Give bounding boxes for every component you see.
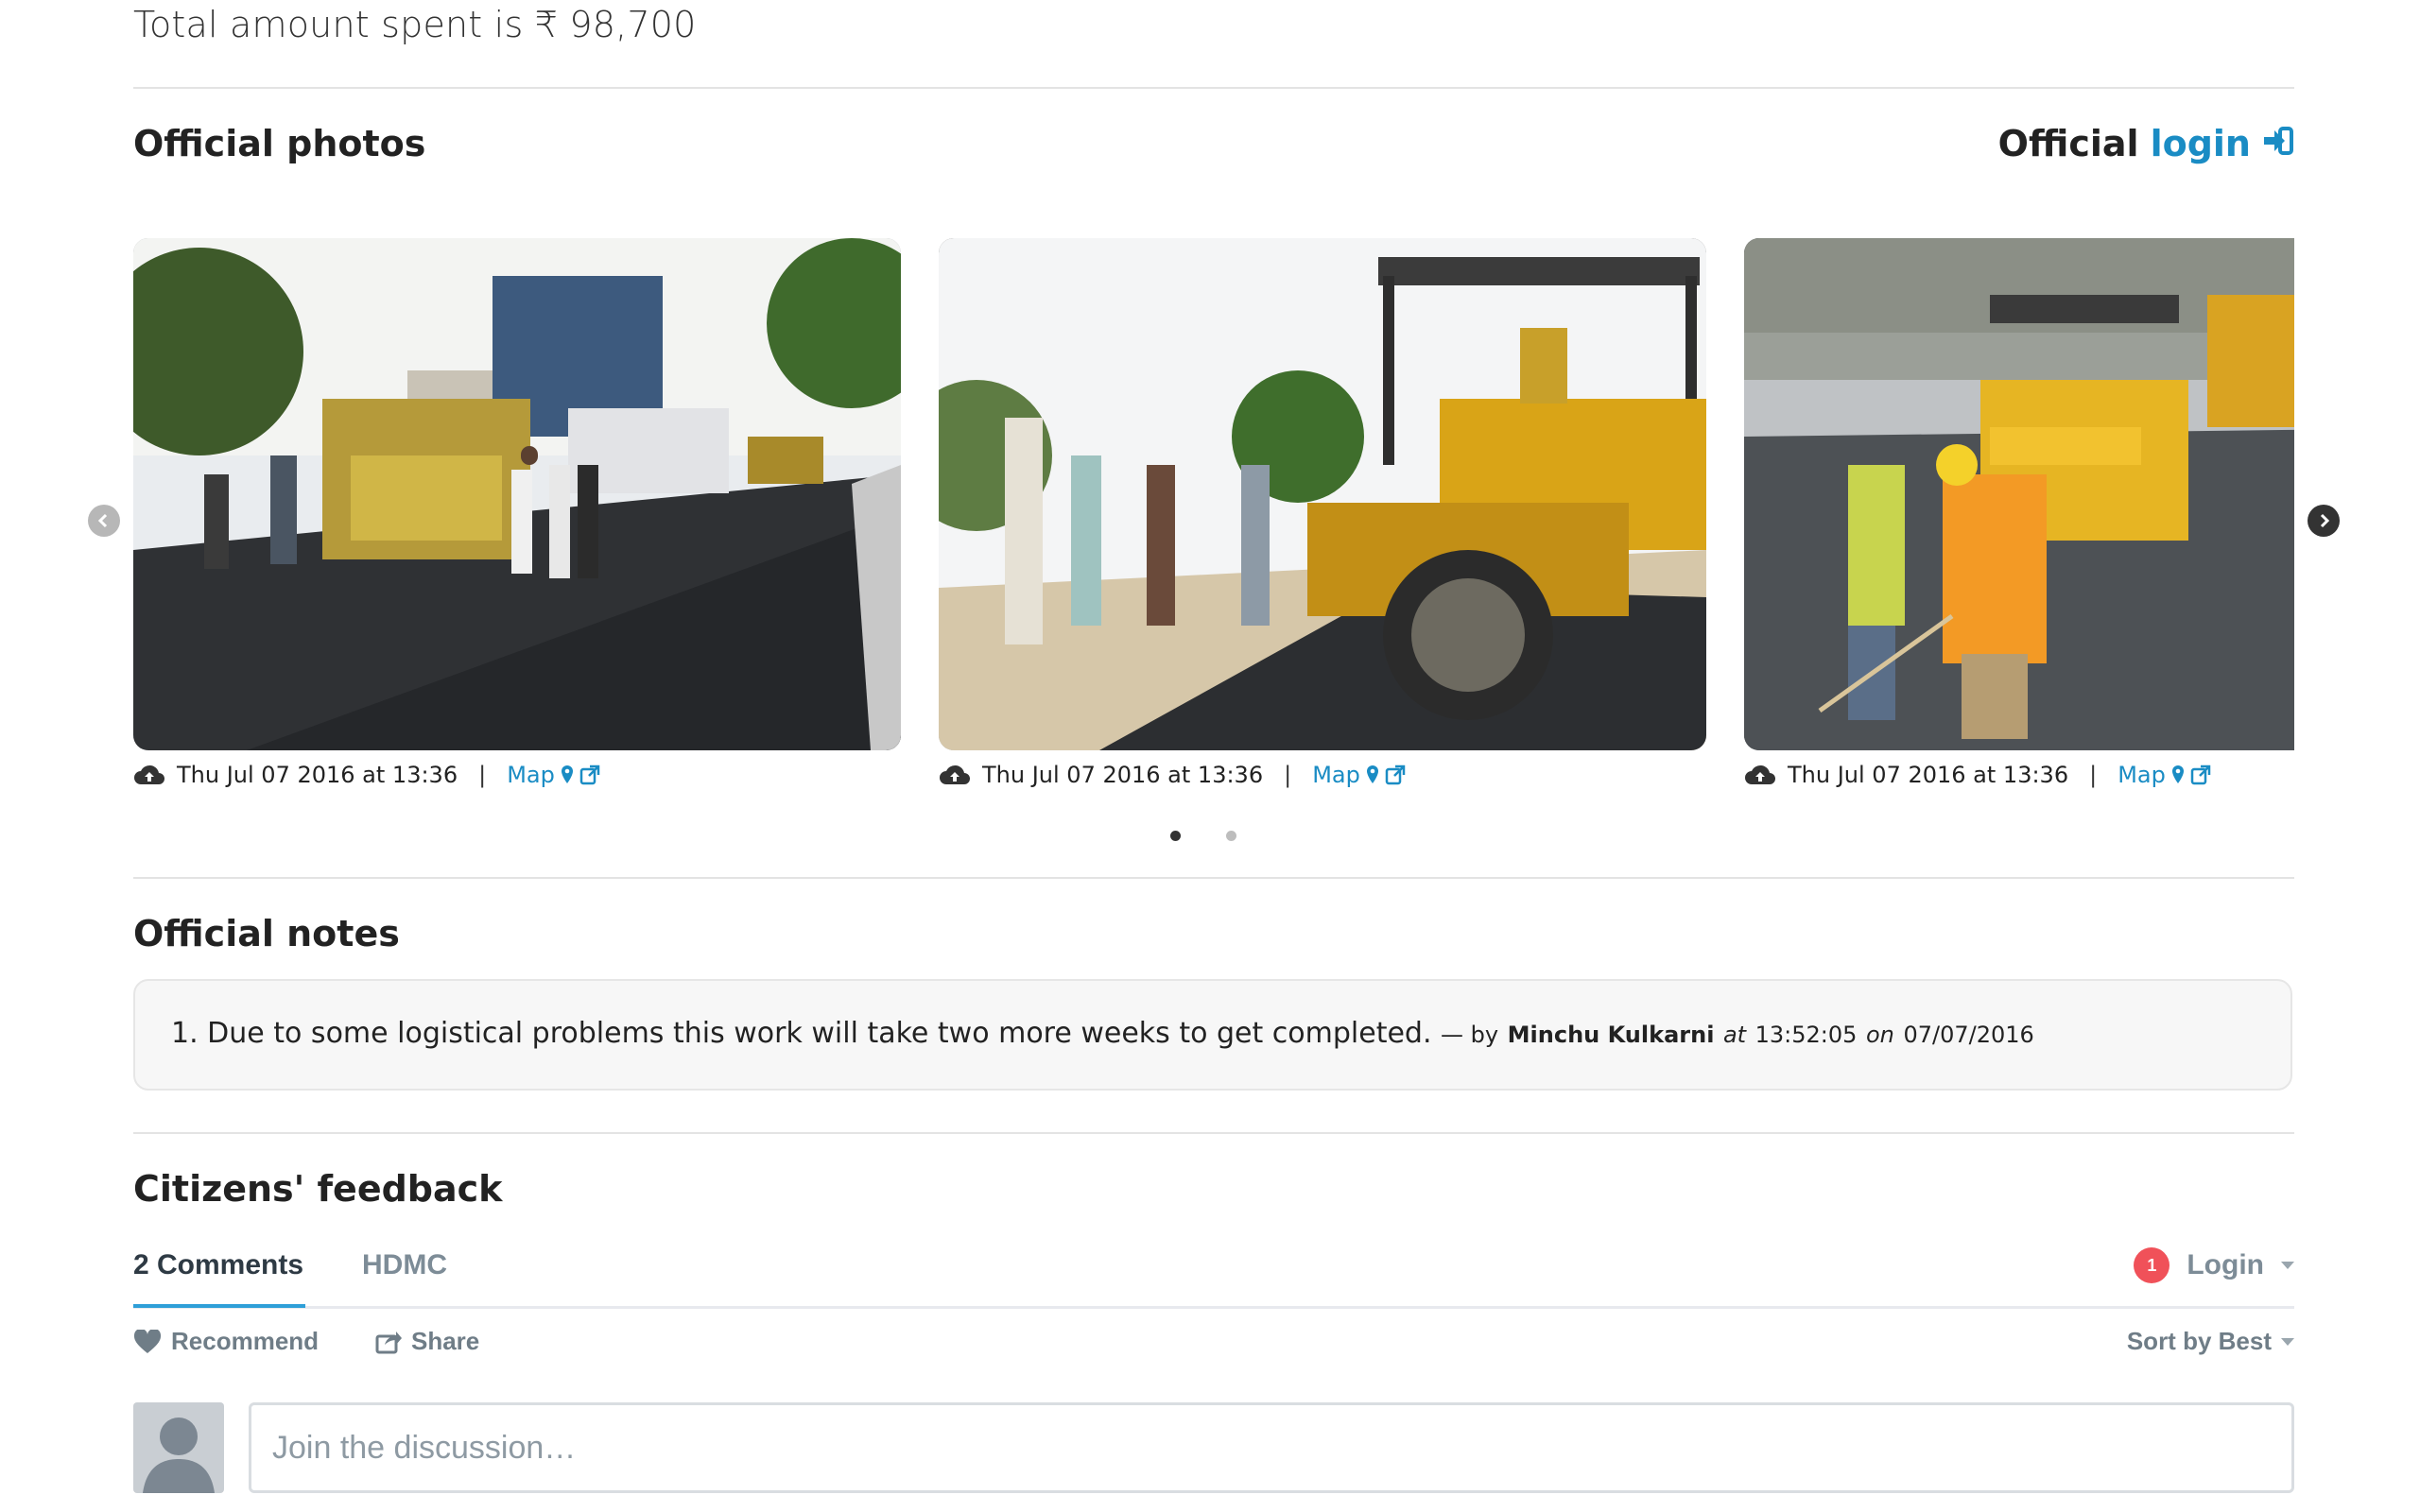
note-date: 07/07/2016 (1903, 1022, 2034, 1048)
official-login-prefix: Official (1997, 123, 2139, 164)
map-marker-icon (1366, 765, 1378, 783)
note-on-label: on (1865, 1022, 1894, 1048)
note-author: Minchu Kulkarni (1507, 1022, 1715, 1048)
avatar-icon (133, 1402, 224, 1493)
road-work-photo[interactable] (1744, 238, 2294, 750)
divider (133, 1132, 2294, 1134)
divider (133, 877, 2294, 879)
carousel-prev-button[interactable] (88, 505, 120, 537)
external-link-icon (2190, 765, 2211, 785)
citizens-feedback-heading: Citizens' feedback (133, 1168, 503, 1210)
road-work-photo[interactable] (133, 238, 901, 750)
official-photos-heading: Official photos (133, 123, 426, 164)
photo-card: Thu Jul 07 2016 at 13:36 | Map (133, 238, 901, 792)
photo-timestamp: Thu Jul 07 2016 at 13:36 (177, 762, 458, 788)
photo-timestamp: Thu Jul 07 2016 at 13:36 (1788, 762, 2069, 788)
photo-meta: Thu Jul 07 2016 at 13:36 | Map (939, 758, 1706, 792)
tab-comments[interactable]: 2 Comments (133, 1249, 303, 1281)
note-time: 13:52:05 (1754, 1022, 1858, 1048)
sort-dropdown[interactable]: Sort by Best (2127, 1327, 2294, 1356)
chevron-left-icon (97, 513, 108, 528)
chevron-right-icon (2320, 513, 2330, 528)
photo-meta: Thu Jul 07 2016 at 13:36 | Map (1744, 758, 2294, 792)
carousel-pagination (1170, 831, 1236, 841)
map-link-label: Map (507, 762, 555, 788)
active-tab-indicator (133, 1304, 305, 1308)
comments-login-label: Login (2187, 1249, 2264, 1280)
carousel-dot-2[interactable] (1226, 831, 1236, 841)
meta-separator: | (2089, 762, 2098, 788)
cloud-upload-icon (134, 765, 164, 784)
meta-separator: | (1284, 762, 1292, 788)
official-notes-heading: Official notes (133, 913, 400, 954)
note-text: Due to some logistical problems this wor… (207, 1017, 1432, 1050)
tab-community[interactable]: HDMC (362, 1249, 447, 1281)
road-work-photo[interactable] (939, 238, 1706, 750)
share-icon (375, 1331, 402, 1353)
tabs-divider (133, 1306, 2294, 1309)
carousel-next-button[interactable] (2308, 505, 2340, 537)
official-login-link[interactable]: Official login (1998, 123, 2294, 164)
map-link-label: Map (1312, 762, 1360, 788)
cloud-upload-icon (1745, 765, 1775, 784)
photo-carousel: Thu Jul 07 2016 at 13:36 | Map Thu Jul 0… (88, 238, 2340, 841)
sign-in-icon (2262, 123, 2294, 164)
cloud-upload-icon (940, 765, 970, 784)
photo-meta: Thu Jul 07 2016 at 13:36 | Map (133, 758, 901, 792)
login-link-text[interactable]: login (2151, 123, 2251, 164)
map-link[interactable]: Map (1312, 762, 1406, 788)
external-link-icon (579, 765, 600, 785)
official-notes-box: 1. Due to some logistical problems this … (133, 979, 2292, 1091)
photo-card: Thu Jul 07 2016 at 13:36 | Map (1744, 238, 2294, 792)
share-button[interactable]: Share (375, 1327, 479, 1356)
map-link[interactable]: Map (507, 762, 600, 788)
note-number: 1. (171, 1017, 199, 1050)
comment-composer: Join the discussion… (133, 1402, 2294, 1497)
external-link-icon (1385, 765, 1406, 785)
map-marker-icon (2171, 765, 2184, 783)
official-note-item: 1. Due to some logistical problems this … (171, 1017, 2034, 1050)
comments-login-menu[interactable]: 1 Login (2134, 1247, 2294, 1283)
meta-separator: | (478, 762, 487, 788)
divider (133, 87, 2294, 89)
heart-icon (133, 1329, 162, 1353)
total-amount-spent: Total amount spent is ₹ 98,700 (133, 4, 697, 45)
comment-input[interactable]: Join the discussion… (249, 1402, 2294, 1493)
photo-timestamp: Thu Jul 07 2016 at 13:36 (982, 762, 1264, 788)
comments-nav: 2 Comments HDMC 1 Login (133, 1240, 2294, 1310)
map-link-label: Map (2118, 762, 2166, 788)
notification-badge: 1 (2134, 1247, 2170, 1283)
share-label: Share (411, 1327, 480, 1355)
photo-card: Thu Jul 07 2016 at 13:36 | Map (939, 238, 1706, 792)
note-at-label: at (1722, 1022, 1747, 1048)
map-marker-icon (561, 765, 573, 783)
carousel-dot-1[interactable] (1170, 831, 1181, 841)
comments-toolbar: Recommend Share Sort by Best (133, 1327, 2294, 1365)
sort-label: Sort by Best (2126, 1327, 2272, 1355)
recommend-label: Recommend (171, 1327, 320, 1355)
map-link[interactable]: Map (2118, 762, 2211, 788)
caret-down-icon (2281, 1337, 2294, 1346)
caret-down-icon (2281, 1262, 2294, 1269)
note-by-prefix: — by (1441, 1022, 1499, 1048)
recommend-button[interactable]: Recommend (133, 1327, 319, 1356)
